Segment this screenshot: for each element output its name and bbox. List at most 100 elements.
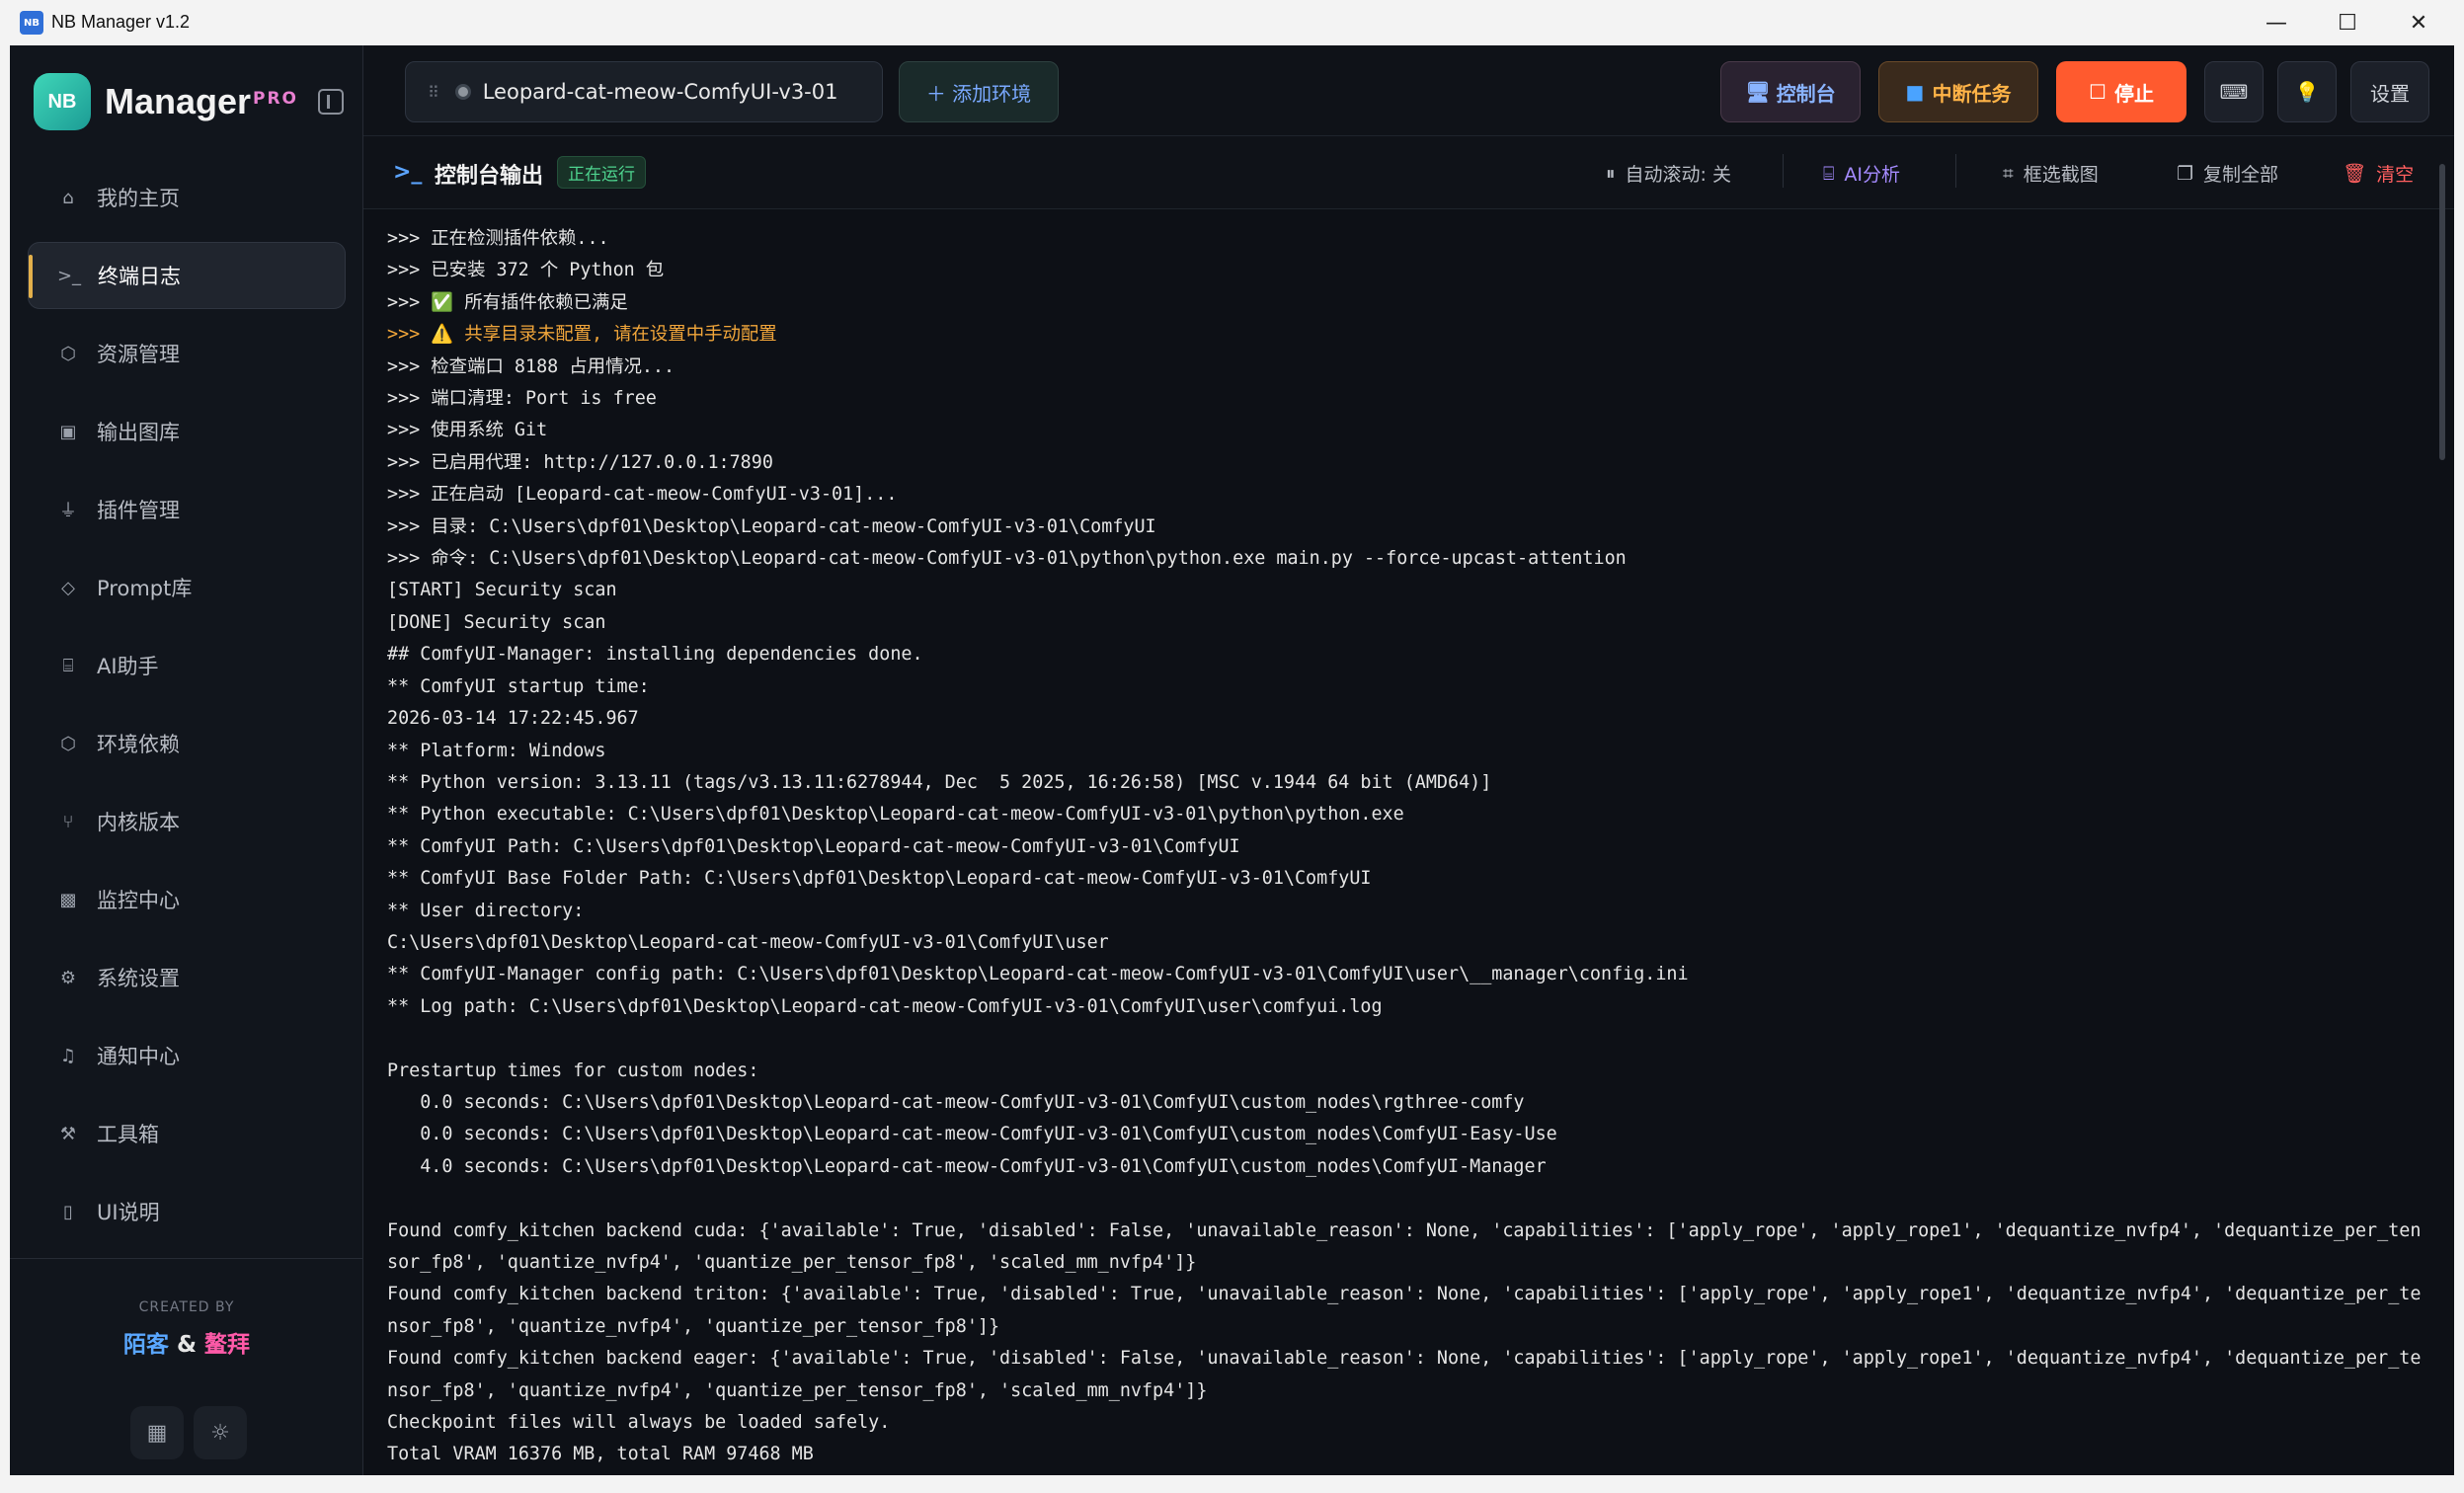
trash-icon: 🗑 <box>2343 163 2367 185</box>
top-header: ⠿ Leopard-cat-meow-ComfyUI-v3-01 ＋ 添加环境 … <box>363 45 2454 136</box>
bell-icon: ♫ <box>59 1045 77 1066</box>
log-lines: >>> 正在检测插件依赖... >>> 已安装 372 个 Python 包 >>>… <box>387 223 2422 1485</box>
log-line: Prestartup times for custom nodes: <box>387 1060 759 1081</box>
sidebar-divider <box>10 1258 363 1259</box>
sidebar-item-plugins[interactable]: ⏚ 插件管理 <box>28 476 346 543</box>
theme-toggle-button[interactable]: ☼ <box>194 1406 247 1459</box>
sidebar-item-prompts[interactable]: ◇ Prompt库 <box>28 554 346 621</box>
sidebar-item-monitor[interactable]: ▩ 监控中心 <box>28 866 346 933</box>
sidebar-item-label: 输出图库 <box>97 421 180 444</box>
log-line: >>> ⚠️ 共享目录未配置, 请在设置中手动配置 <box>387 324 777 346</box>
branch-icon: ⑂ <box>62 811 74 832</box>
author-separator: & <box>176 1332 198 1358</box>
log-line: >>> 正在检测插件依赖... <box>387 228 609 249</box>
copy-all-button[interactable]: ❐ 复制全部 <box>2177 160 2278 187</box>
environment-status-dot <box>454 84 471 100</box>
robot-icon: ⌸ <box>1823 162 1835 185</box>
log-line: ** Log path: C:\Users\dpf01\Desktop\Leop… <box>387 995 1383 1017</box>
log-line: 0.0 seconds: C:\Users\dpf01\Desktop\Leop… <box>387 1124 1557 1145</box>
sidebar-item-toolbox[interactable]: ⚒ 工具箱 <box>28 1100 346 1167</box>
sun-icon: ☼ <box>210 1420 230 1446</box>
sidebar-item-label: 监控中心 <box>97 889 180 912</box>
autoscroll-toggle[interactable]: ⏸ 自动滚动: 关 <box>1606 160 1731 187</box>
maximize-button[interactable]: ☐ <box>2313 0 2382 45</box>
log-line: [START] Security scan <box>387 580 617 601</box>
settings-button[interactable]: 设置 <box>2350 61 2429 122</box>
sidebar-item-kernel-version[interactable]: ⑂ 内核版本 <box>28 788 346 855</box>
package-icon: ⬡ <box>60 733 76 754</box>
sidebar-item-label: 终端日志 <box>98 265 181 288</box>
sidebar-item-home[interactable]: ⌂ 我的主页 <box>28 164 346 231</box>
console-title: 控制台输出 <box>435 164 544 189</box>
add-environment-button[interactable]: ＋ 添加环境 <box>899 61 1059 122</box>
log-line: >>> ✅ 所有插件依赖已满足 <box>387 291 628 313</box>
sidebar-item-ai-assistant[interactable]: ⌸ AI助手 <box>28 632 346 699</box>
window-title: NB Manager v1.2 <box>51 12 191 32</box>
box-icon: ⬡ <box>60 343 76 364</box>
log-line: >>> 目录: C:\Users\dpf01\Desktop\Leopard-c… <box>387 515 1156 537</box>
keyboard-button[interactable]: ⌨ <box>2204 61 2264 122</box>
log-line: >>> 正在启动 [Leopard-cat-meow-ComfyUI-v3-01… <box>387 484 898 506</box>
sidebar-item-label: 系统设置 <box>97 967 180 990</box>
author-2: 鳌拜 <box>204 1332 251 1358</box>
sidebar-item-label: 环境依赖 <box>97 733 180 756</box>
sidebar-item-settings[interactable]: ⚙ 系统设置 <box>28 944 346 1011</box>
console-scrollbar[interactable] <box>2439 164 2445 460</box>
console-button[interactable]: 🖥 控制台 <box>1720 61 1861 122</box>
window-titlebar: NB NB Manager v1.2 — ☐ ✕ <box>0 0 2464 45</box>
plug-icon: ⏚ <box>59 501 77 521</box>
clear-label: 清空 <box>2376 164 2415 186</box>
pause-circle-icon: ⏸ <box>1606 162 1616 185</box>
sidebar-item-ui-guide[interactable]: ▯ UI说明 <box>28 1178 346 1245</box>
log-line: Checkpoint files will always be loaded s… <box>387 1412 891 1433</box>
pro-badge: PRO <box>253 89 299 109</box>
cpu-icon: ▩ <box>59 889 77 910</box>
crop-icon: ⌗ <box>2003 162 2014 185</box>
autoscroll-label: 自动滚动: 关 <box>1625 164 1731 186</box>
log-line: C:\Users\dpf01\Desktop\Leopard-cat-meow-… <box>387 931 1109 953</box>
stop-button[interactable]: ☐ 停止 <box>2056 61 2186 122</box>
environment-tab[interactable]: ⠿ Leopard-cat-meow-ComfyUI-v3-01 <box>405 61 883 122</box>
log-line: ** ComfyUI Path: C:\Users\dpf01\Desktop\… <box>387 835 1240 857</box>
sidebar-item-notifications[interactable]: ♫ 通知中心 <box>28 1022 346 1089</box>
sidebar-item-resources[interactable]: ⬡ 资源管理 <box>28 320 346 387</box>
log-line: ## ComfyUI-Manager: installing dependenc… <box>387 644 923 666</box>
image-icon: ▣ <box>59 421 77 442</box>
sidebar-item-terminal-log[interactable]: >_ 终端日志 <box>28 242 346 309</box>
terminal-icon: >_ <box>56 265 82 286</box>
log-line: >>> 检查端口 8188 占用情况... <box>387 355 676 377</box>
qr-code-button[interactable]: ▦ <box>130 1406 184 1459</box>
sidebar-item-gallery[interactable]: ▣ 输出图库 <box>28 398 346 465</box>
taskbar-strip <box>0 1475 2464 1493</box>
log-line: ** User directory: <box>387 900 585 921</box>
sidebar-item-label: 我的主页 <box>97 187 180 210</box>
book-icon: ▯ <box>63 1201 73 1222</box>
clear-button[interactable]: 🗑 清空 <box>2343 160 2414 187</box>
minimize-button[interactable]: — <box>2242 0 2311 45</box>
sidebar: NB Manager PRO ⌂ 我的主页 >_ 终端日志 ⬡ 资源管理 ▣ 输出图库 … <box>10 45 363 1485</box>
collapse-sidebar-icon[interactable] <box>318 89 344 115</box>
crop-screenshot-button[interactable]: ⌗ 框选截图 <box>2003 160 2099 187</box>
console-output[interactable]: >>> 正在检测插件依赖... >>> 已安装 372 个 Python 包 >>>… <box>363 209 2454 1485</box>
sidebar-item-label: 内核版本 <box>97 811 180 834</box>
ai-analyze-button[interactable]: ⌸ AI分析 <box>1823 160 1900 187</box>
log-line: [DONE] Security scan <box>387 611 606 633</box>
sidebar-item-label: AI助手 <box>97 655 159 678</box>
crop-label: 框选截图 <box>2023 164 2099 186</box>
log-line: Found comfy_kitchen backend cuda: {'avai… <box>387 1219 2422 1273</box>
log-line: 0.0 seconds: C:\Users\dpf01\Desktop\Leop… <box>387 1091 1525 1113</box>
interrupt-task-button[interactable]: ■ 中断任务 <box>1878 61 2038 122</box>
drag-handle-icon[interactable]: ⠿ <box>428 83 439 102</box>
stop-button-label: 停止 <box>2113 81 2154 106</box>
log-line: ** ComfyUI startup time: <box>387 675 650 697</box>
lightbulb-icon: 💡 <box>2294 80 2320 104</box>
sidebar-item-label: 插件管理 <box>97 499 180 522</box>
tag-icon: ◇ <box>61 577 75 598</box>
tips-button[interactable]: 💡 <box>2277 61 2337 122</box>
monitor-icon: 🖥 <box>1745 80 1771 104</box>
sidebar-item-dependencies[interactable]: ⬡ 环境依赖 <box>28 710 346 777</box>
log-line: >>> 已启用代理: http://127.0.0.1:7890 <box>387 451 773 473</box>
close-button[interactable]: ✕ <box>2384 0 2453 45</box>
log-line: ** Python executable: C:\Users\dpf01\Des… <box>387 804 1404 825</box>
author-1: 陌客 <box>122 1332 169 1358</box>
